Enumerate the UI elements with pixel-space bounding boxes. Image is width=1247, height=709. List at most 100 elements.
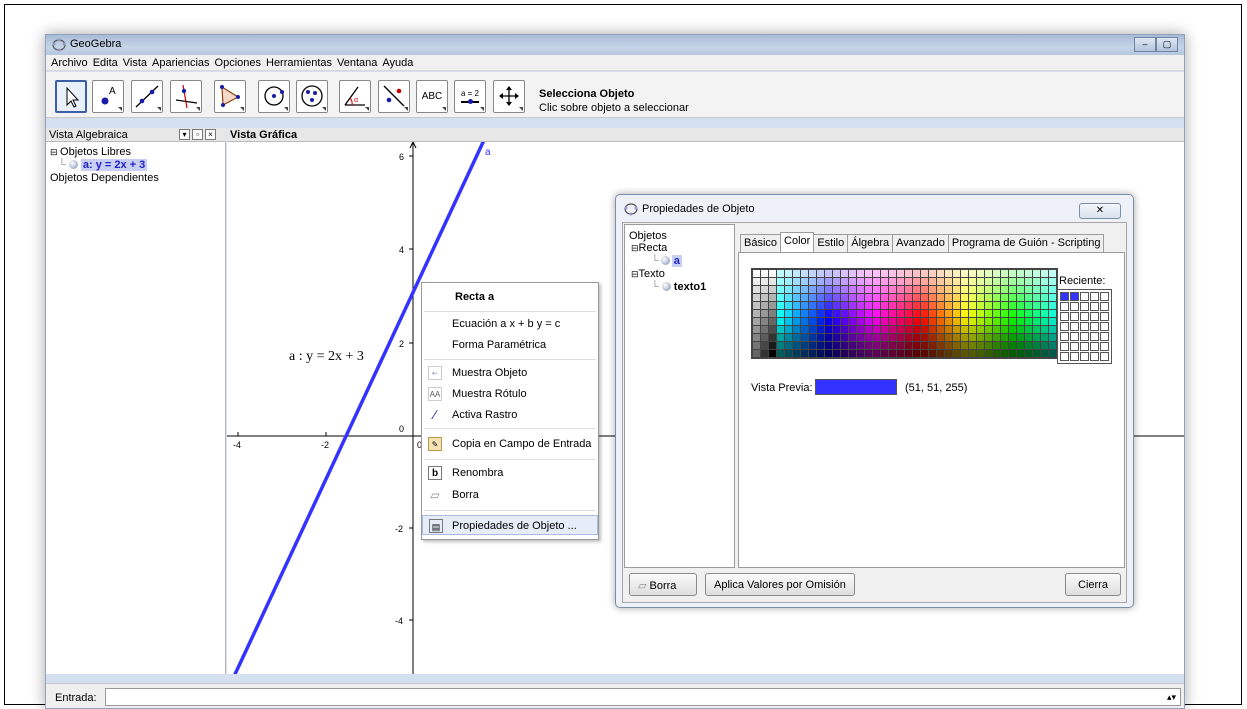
- color-swatch[interactable]: [913, 350, 920, 357]
- color-swatch[interactable]: [841, 294, 848, 301]
- color-swatch[interactable]: [913, 270, 920, 277]
- color-swatch[interactable]: [777, 270, 784, 277]
- color-swatch[interactable]: [817, 278, 824, 285]
- color-swatch[interactable]: [809, 334, 816, 341]
- color-swatch[interactable]: [937, 326, 944, 333]
- color-swatch[interactable]: [905, 334, 912, 341]
- recent-color-swatch[interactable]: [1100, 322, 1109, 331]
- color-swatch[interactable]: [993, 350, 1000, 357]
- recent-color-swatch[interactable]: [1090, 302, 1099, 311]
- menu-item-trace[interactable]: ⁄ Activa Rastro: [422, 405, 598, 425]
- color-swatch[interactable]: [825, 310, 832, 317]
- color-swatch[interactable]: [793, 270, 800, 277]
- color-swatch[interactable]: [777, 318, 784, 325]
- color-swatch[interactable]: [785, 310, 792, 317]
- color-swatch[interactable]: [953, 350, 960, 357]
- color-swatch[interactable]: [913, 294, 920, 301]
- recent-color-swatch[interactable]: [1100, 332, 1109, 341]
- color-swatch[interactable]: [961, 270, 968, 277]
- recent-color-swatch[interactable]: [1070, 342, 1079, 351]
- color-swatch[interactable]: [961, 278, 968, 285]
- color-swatch[interactable]: [881, 270, 888, 277]
- color-swatch[interactable]: [1009, 278, 1016, 285]
- color-swatch[interactable]: [841, 302, 848, 309]
- color-swatch[interactable]: [945, 350, 952, 357]
- color-swatch[interactable]: [993, 302, 1000, 309]
- color-swatch[interactable]: [801, 286, 808, 293]
- color-swatch[interactable]: [961, 334, 968, 341]
- color-swatch[interactable]: [953, 278, 960, 285]
- color-swatch[interactable]: [849, 326, 856, 333]
- color-swatch[interactable]: [785, 326, 792, 333]
- color-swatch[interactable]: [793, 286, 800, 293]
- circle-tool-button[interactable]: [258, 80, 290, 113]
- color-swatch[interactable]: [1017, 286, 1024, 293]
- color-swatch[interactable]: [937, 286, 944, 293]
- color-swatch[interactable]: [945, 342, 952, 349]
- color-swatch[interactable]: [1017, 342, 1024, 349]
- color-swatch[interactable]: [1001, 310, 1008, 317]
- color-swatch[interactable]: [833, 326, 840, 333]
- tree-item-a[interactable]: └ a: [651, 255, 682, 267]
- color-swatch[interactable]: [1041, 334, 1048, 341]
- color-swatch[interactable]: [1017, 350, 1024, 357]
- circle-three-points-tool-button[interactable]: [296, 80, 328, 113]
- color-swatch[interactable]: [785, 294, 792, 301]
- color-swatch[interactable]: [969, 278, 976, 285]
- color-swatch[interactable]: [1001, 342, 1008, 349]
- color-swatch[interactable]: [849, 334, 856, 341]
- color-swatch[interactable]: [1009, 310, 1016, 317]
- move-graphics-tool-button[interactable]: [493, 80, 525, 113]
- color-swatch[interactable]: [833, 270, 840, 277]
- color-swatch[interactable]: [985, 326, 992, 333]
- color-swatch[interactable]: [1025, 294, 1032, 301]
- color-swatch[interactable]: [801, 310, 808, 317]
- color-swatch[interactable]: [953, 286, 960, 293]
- color-swatch[interactable]: [761, 318, 768, 325]
- color-swatch[interactable]: [1049, 342, 1056, 349]
- color-swatch[interactable]: [1049, 270, 1056, 277]
- tab-color[interactable]: Color: [780, 232, 815, 252]
- color-swatch[interactable]: [905, 326, 912, 333]
- color-swatch[interactable]: [993, 326, 1000, 333]
- color-swatch[interactable]: [993, 342, 1000, 349]
- color-swatch[interactable]: [873, 310, 880, 317]
- color-swatch[interactable]: [1041, 302, 1048, 309]
- color-swatch[interactable]: [801, 270, 808, 277]
- color-swatch[interactable]: [785, 286, 792, 293]
- color-swatch[interactable]: [977, 334, 984, 341]
- color-swatch[interactable]: [913, 302, 920, 309]
- color-swatch[interactable]: [777, 310, 784, 317]
- color-swatch[interactable]: [785, 334, 792, 341]
- close-button[interactable]: Cierra: [1065, 573, 1121, 596]
- color-swatch[interactable]: [753, 270, 760, 277]
- color-swatch[interactable]: [881, 350, 888, 357]
- color-swatch[interactable]: [1049, 294, 1056, 301]
- color-swatch[interactable]: [953, 334, 960, 341]
- color-swatch[interactable]: [1025, 302, 1032, 309]
- recent-color-swatch[interactable]: [1060, 352, 1069, 361]
- color-swatch[interactable]: [977, 310, 984, 317]
- color-swatch[interactable]: [833, 278, 840, 285]
- color-swatch[interactable]: [825, 318, 832, 325]
- color-swatch[interactable]: [857, 278, 864, 285]
- color-swatch[interactable]: [1033, 310, 1040, 317]
- color-swatch[interactable]: [1001, 334, 1008, 341]
- color-swatch[interactable]: [1049, 326, 1056, 333]
- color-swatch[interactable]: [1017, 278, 1024, 285]
- recent-color-swatch[interactable]: [1090, 332, 1099, 341]
- color-swatch[interactable]: [1009, 326, 1016, 333]
- color-swatch[interactable]: [897, 310, 904, 317]
- tab-avanzado[interactable]: Avanzado: [892, 234, 949, 252]
- color-swatch[interactable]: [809, 318, 816, 325]
- color-swatch[interactable]: [929, 286, 936, 293]
- color-swatch[interactable]: [841, 326, 848, 333]
- color-swatch[interactable]: [1001, 326, 1008, 333]
- color-swatch[interactable]: [905, 278, 912, 285]
- color-swatch[interactable]: [809, 302, 816, 309]
- color-swatch[interactable]: [921, 334, 928, 341]
- color-swatch[interactable]: [897, 294, 904, 301]
- color-swatch[interactable]: [985, 302, 992, 309]
- color-swatch[interactable]: [1025, 270, 1032, 277]
- color-swatch[interactable]: [761, 326, 768, 333]
